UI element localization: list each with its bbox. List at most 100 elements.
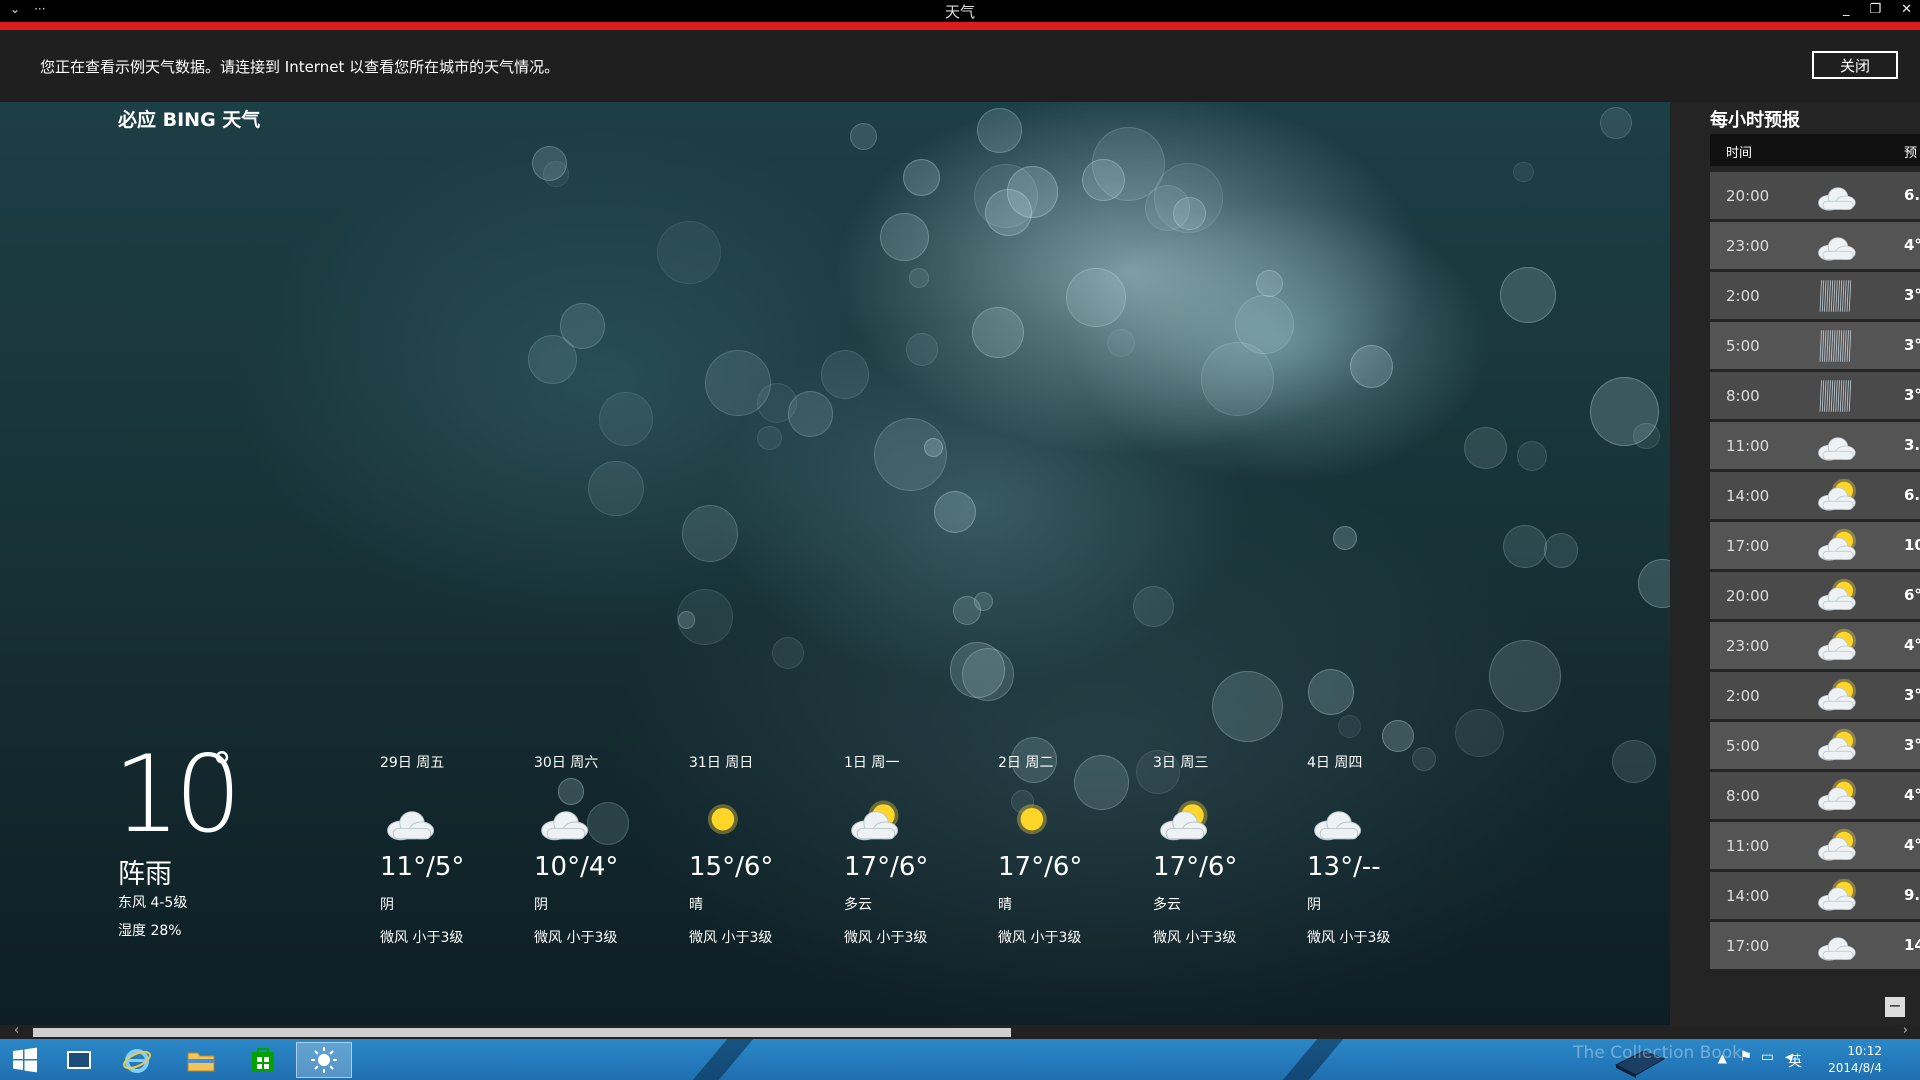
file-explorer-icon	[187, 1052, 215, 1072]
hourly-row[interactable]: 5:00 3°	[1710, 322, 1920, 369]
hourly-row[interactable]: 20:00 6°	[1710, 572, 1920, 619]
clock-date[interactable]: 2014/8/4	[1828, 1061, 1882, 1075]
show-hidden-icons-icon[interactable]: ▲	[1718, 1051, 1727, 1065]
hourly-time: 5:00	[1726, 737, 1760, 755]
current-condition: 阵雨	[118, 859, 172, 890]
horizontal-scrollbar[interactable]: ‹ ›	[0, 1023, 1920, 1039]
bokeh-light	[1612, 739, 1656, 784]
hourly-temperature: 4°	[1904, 236, 1920, 254]
bokeh-light	[1599, 107, 1632, 140]
scroll-thumb[interactable]	[33, 1028, 1011, 1037]
hourly-forecast-panel: 每小时预报 时间 预 20:00 6. 23:00 4° 2:00 3° 5:00 3° 8:0…	[1670, 102, 1920, 1025]
bokeh-light	[1200, 342, 1275, 416]
hourly-row[interactable]: 11:00 4°	[1710, 822, 1920, 869]
hourly-time: 17:00	[1726, 537, 1770, 555]
title-bar: ⌄ ··· 天气 _ ❐ ✕	[0, 0, 1920, 22]
bokeh-light	[1173, 196, 1206, 230]
rain-icon	[1814, 326, 1862, 366]
hourly-time: 8:00	[1726, 387, 1760, 405]
forecast-temperature: 17°/6°	[844, 852, 929, 882]
hourly-row[interactable]: 14:00 6.	[1710, 472, 1920, 519]
bokeh-light	[905, 333, 939, 366]
restore-button[interactable]: ❐	[1869, 2, 1881, 17]
forecast-condition: 阴	[1307, 897, 1321, 913]
cloudy-icon	[1814, 926, 1862, 966]
hourly-row[interactable]: 17:00 10	[1710, 522, 1920, 569]
close-window-button[interactable]: ✕	[1901, 2, 1912, 17]
hourly-row[interactable]: 23:00 4°	[1710, 222, 1920, 269]
forecast-date: 29日 周五	[380, 755, 445, 771]
bokeh-light	[1132, 585, 1174, 627]
bokeh-light	[1212, 670, 1284, 743]
file-explorer-button[interactable]	[176, 1042, 226, 1078]
taskbar: The Collection Book ▲ ⚑ ▭ ◂ 英 10:12 2014…	[0, 1039, 1920, 1080]
forecast-wind: 微风 小于3级	[998, 930, 1082, 946]
bokeh-light	[1516, 440, 1548, 472]
network-icon[interactable]: ▭	[1761, 1049, 1774, 1065]
hourly-row[interactable]: 17:00 14	[1710, 922, 1920, 969]
partly-cloudy-icon	[1814, 726, 1862, 766]
cloudy-icon	[1814, 176, 1862, 216]
bokeh-light	[1638, 559, 1670, 609]
current-humidity: 湿度 28%	[118, 923, 182, 939]
bokeh-light	[976, 108, 1022, 153]
forecast-date: 3日 周三	[1153, 755, 1209, 771]
hourly-temperature: 9.	[1904, 886, 1920, 904]
weather-icon	[311, 1047, 337, 1073]
bokeh-light	[879, 212, 929, 262]
forecast-temperature: 11°/5°	[380, 852, 465, 882]
notice-close-button[interactable]: 关闭	[1812, 51, 1898, 79]
sunny-icon	[691, 797, 751, 847]
forecast-temperature: 17°/6°	[998, 852, 1083, 882]
bokeh-light	[952, 595, 982, 625]
bokeh-light	[1513, 161, 1534, 183]
scroll-right-icon[interactable]: ›	[1903, 1023, 1908, 1038]
scroll-left-icon[interactable]: ‹	[14, 1023, 19, 1038]
forecast-temperature: 13°/--	[1307, 852, 1381, 882]
bokeh-light	[1503, 524, 1547, 569]
start-button[interactable]	[0, 1042, 50, 1078]
hourly-temperature: 14	[1904, 936, 1920, 954]
partly-cloudy-icon	[1814, 826, 1862, 866]
cloudy-icon	[536, 797, 596, 847]
system-tray: The Collection Book ▲ ⚑ ▭ ◂ 英 10:12 2014…	[1573, 1039, 1912, 1080]
input-method-indicator[interactable]: 英	[1788, 1051, 1802, 1071]
action-center-flag-icon[interactable]: ⚑	[1739, 1049, 1752, 1065]
hourly-row[interactable]: 20:00 6.	[1710, 172, 1920, 219]
forecast-condition: 多云	[1153, 897, 1181, 913]
hourly-row[interactable]: 8:00 3°	[1710, 372, 1920, 419]
bokeh-light	[1500, 267, 1556, 324]
hourly-temperature: 3°	[1904, 336, 1920, 354]
internet-explorer-button[interactable]	[112, 1042, 162, 1078]
app-brand: 必应 BING 天气	[118, 109, 261, 131]
hourly-row[interactable]: 14:00 9.	[1710, 872, 1920, 919]
forecast-temperature: 17°/6°	[1153, 852, 1238, 882]
hourly-row[interactable]: 2:00 3°	[1710, 272, 1920, 319]
degree-symbol: °	[212, 745, 232, 791]
hourly-row[interactable]: 5:00 3°	[1710, 722, 1920, 769]
hourly-time: 20:00	[1726, 587, 1770, 605]
hourly-row[interactable]: 8:00 4°	[1710, 772, 1920, 819]
hourly-row[interactable]: 23:00 4°	[1710, 622, 1920, 669]
hourly-temperature: 6.	[1904, 486, 1920, 504]
cloudy-icon	[1309, 797, 1369, 847]
weather-app-button[interactable]	[296, 1042, 352, 1078]
window-title: 天气	[944, 3, 975, 21]
desktop-button[interactable]	[54, 1042, 104, 1078]
hourly-temperature: 6°	[1904, 586, 1920, 604]
store-button[interactable]	[238, 1042, 288, 1078]
hourly-temperature: 4°	[1904, 636, 1920, 654]
partly-cloudy-icon	[1814, 526, 1862, 566]
bokeh-light	[772, 636, 805, 669]
bokeh-light	[756, 382, 797, 424]
minimize-button[interactable]: _	[1843, 2, 1850, 17]
sunny-icon	[1000, 797, 1060, 847]
bokeh-light	[599, 392, 653, 446]
partly-cloudy-icon	[846, 797, 906, 847]
hourly-time: 14:00	[1726, 887, 1770, 905]
bokeh-light	[681, 505, 738, 562]
clock-time[interactable]: 10:12	[1847, 1044, 1882, 1058]
zoom-out-button[interactable]: −	[1885, 997, 1905, 1017]
hourly-row[interactable]: 11:00 3.	[1710, 422, 1920, 469]
hourly-row[interactable]: 2:00 3°	[1710, 672, 1920, 719]
